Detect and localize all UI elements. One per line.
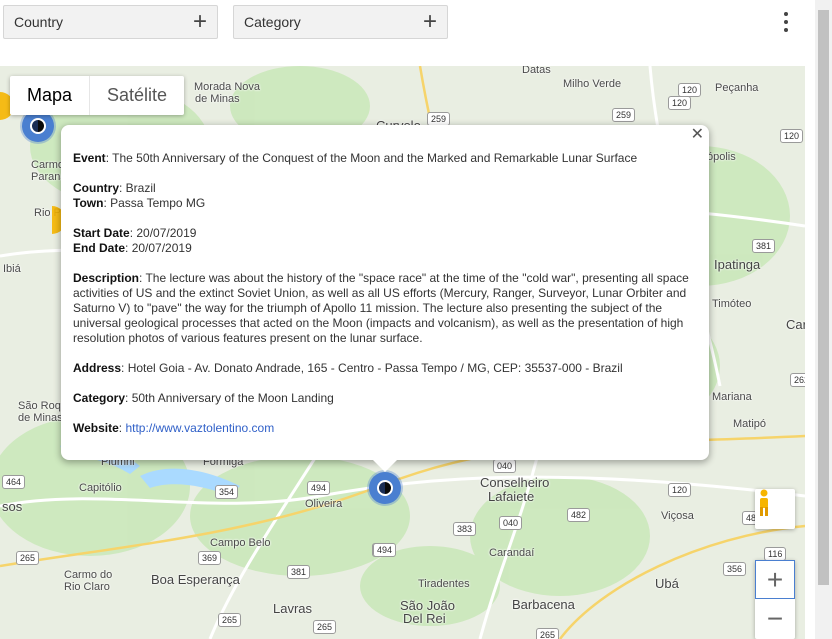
address-label: Address: [73, 361, 122, 375]
place-label: Morada Nova: [194, 81, 261, 93]
place-label: sos: [2, 499, 23, 514]
place-label: Oliveira: [305, 498, 343, 510]
road-shield: 356: [723, 562, 747, 576]
place-label: Car: [786, 317, 805, 332]
place-label: Milho Verde: [563, 78, 622, 90]
road-shield: 120: [668, 96, 692, 110]
description-label: Description: [73, 271, 140, 285]
place-label: Lafaiete: [488, 489, 535, 504]
road-shield: 265: [16, 551, 40, 565]
road-shield: 494: [373, 543, 397, 557]
road-shield: 464: [2, 475, 26, 489]
event-info-window: ✕ Event: The 50th Anniversary of the Con…: [61, 125, 709, 472]
category-filter[interactable]: Category +: [233, 5, 448, 39]
pegman-icon[interactable]: [755, 489, 795, 529]
website-link[interactable]: http://www.vaztolentino.com: [125, 421, 274, 435]
event-value: The 50th Anniversary of the Conquest of …: [112, 151, 638, 165]
road-shield: 381: [287, 565, 311, 579]
date-row: Start Date: 20/07/2019 End Date: 20/07/2…: [73, 226, 197, 255]
category-filter-label: Category: [244, 14, 301, 30]
road-shield: 120: [678, 83, 702, 97]
address-value: Hotel Goia - Av. Donato Andrade, 165 - C…: [127, 361, 623, 375]
road-shield: 259: [612, 108, 636, 122]
road-shield: 040: [493, 459, 517, 473]
road-shield: 259: [427, 112, 451, 126]
place-label: Del Rei: [403, 611, 446, 626]
map-type-satellite-button[interactable]: Satélite: [89, 76, 184, 115]
description-value: The lecture was about the history of the…: [73, 271, 689, 345]
place-label: Peçanha: [715, 82, 759, 94]
road-shield: 265: [218, 613, 242, 627]
more-vert-icon[interactable]: [777, 12, 795, 32]
place-label: Timóteo: [712, 298, 752, 310]
place-label: Boa Esperança: [151, 572, 240, 587]
zoom-in-button[interactable]: +: [755, 560, 795, 599]
website-row: Website: http://www.vaztolentino.com: [73, 421, 275, 435]
event-row: Event: The 50th Anniversary of the Conqu…: [73, 151, 638, 165]
place-label: Viçosa: [661, 510, 694, 522]
close-icon[interactable]: ✕: [691, 127, 704, 143]
page-scrollbar[interactable]: [815, 0, 832, 639]
place-label: Rio Claro: [64, 581, 110, 593]
road-shield: 354: [215, 485, 239, 499]
road-shield: 265: [536, 628, 560, 639]
place-label: Lavras: [273, 601, 313, 616]
road-shield: 116: [764, 547, 787, 561]
place-label: Matipó: [733, 418, 767, 430]
country-filter-label: Country: [14, 14, 64, 30]
road-shield: 494: [307, 481, 331, 495]
road-shield: 120: [780, 129, 804, 143]
zoom-out-button[interactable]: −: [755, 599, 795, 638]
start-date-value: 20/07/2019: [136, 226, 197, 240]
road-shield: 040: [499, 516, 523, 530]
country-value: Brazil: [125, 181, 156, 195]
place-label: ópolis: [707, 151, 736, 163]
map-type-map-button[interactable]: Mapa: [10, 76, 89, 115]
address-row: Address: Hotel Goia - Av. Donato Andrade…: [73, 361, 623, 375]
category-label: Category: [73, 391, 126, 405]
town-value: Passa Tempo MG: [110, 196, 206, 210]
start-date-label: Start Date: [73, 226, 130, 240]
place-label: Mariana: [712, 391, 752, 403]
road-shield: 120: [668, 483, 692, 497]
country-filter[interactable]: Country +: [3, 5, 218, 39]
event-label: Event: [73, 151, 106, 165]
location-row: Country: Brazil Town: Passa Tempo MG: [73, 181, 206, 210]
road-shield: 383: [453, 522, 477, 536]
place-label: Capitólio: [79, 482, 122, 494]
road-shield: 262: [790, 373, 805, 387]
road-shield: 265: [313, 620, 337, 634]
place-label: de Minas: [195, 93, 240, 105]
place-label: Campo Belo: [210, 537, 271, 549]
place-label: Barbacena: [512, 597, 575, 612]
category-value: 50th Anniversary of the Moon Landing: [131, 391, 334, 405]
place-label: Carmo do: [64, 569, 113, 581]
end-date-label: End Date: [73, 241, 126, 255]
place-label: Ubá: [655, 576, 679, 591]
country-label: Country: [73, 181, 119, 195]
place-label: Carandaí: [489, 547, 535, 559]
place-label: de Minas: [18, 412, 63, 424]
zoom-control: + −: [755, 560, 795, 639]
road-shield: 381: [752, 239, 776, 253]
plus-icon[interactable]: +: [193, 10, 207, 34]
place-label: Carmo: [31, 159, 65, 171]
event-marker[interactable]: [369, 472, 401, 504]
map-type-control: Mapa Satélite: [10, 76, 185, 115]
category-row: Category: 50th Anniversary of the Moon L…: [73, 391, 334, 405]
road-shield: 482: [567, 508, 591, 522]
website-label: Website: [73, 421, 119, 435]
place-label: Datas: [522, 66, 551, 76]
place-label: Ipatinga: [714, 257, 761, 272]
town-label: Town: [73, 196, 104, 210]
road-shield: 369: [198, 551, 222, 565]
description-row: Description: The lecture was about the h…: [73, 271, 689, 345]
scroll-thumb[interactable]: [818, 10, 829, 585]
plus-icon[interactable]: +: [423, 10, 437, 34]
end-date-value: 20/07/2019: [131, 241, 192, 255]
place-label: Tiradentes: [418, 578, 470, 590]
place-label: Conselheiro: [480, 475, 550, 490]
place-label: Ibiá: [3, 263, 21, 275]
